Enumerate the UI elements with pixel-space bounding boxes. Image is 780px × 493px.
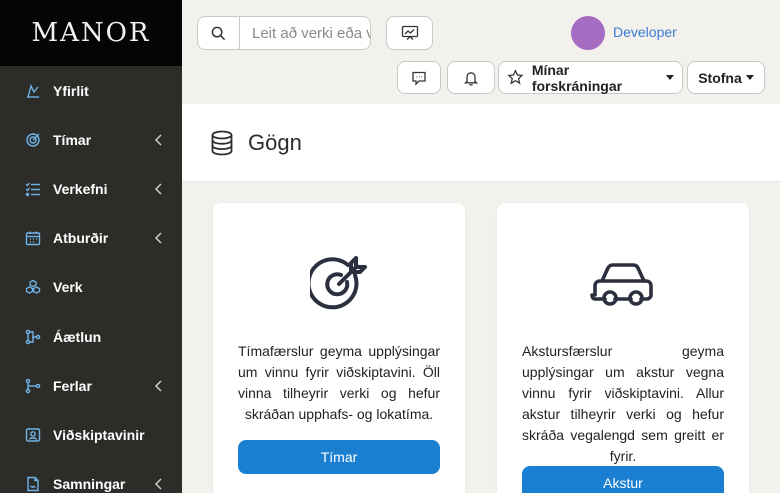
sidebar-item-label: Tímar [53,131,92,148]
sidebar-item-verk[interactable]: Verk [0,263,182,312]
favorites-dropdown[interactable]: Mínar forskráningar [498,61,683,94]
search-box [197,16,371,50]
sidebar-item-ferlar[interactable]: Ferlar [0,361,182,410]
sidebar-item-aaetlun[interactable]: Áætlun [0,312,182,361]
create-label: Stofna [698,69,742,86]
database-icon [211,130,233,155]
cubes-icon [24,278,42,296]
card-timar: Tímafærslur geyma upplýsingar um vinnu f… [213,203,465,493]
sidebar-item-verkefni[interactable]: Verkefni [0,164,182,213]
sidebar-item-label: Yfirlit [53,82,89,99]
target-icon [24,131,42,149]
bell-icon [463,71,479,86]
messages-button[interactable] [397,61,441,94]
contracts-icon [24,475,42,493]
sidebar-item-vidskiptavinir[interactable]: Viðskiptavinir [0,410,182,459]
avatar[interactable] [571,16,605,50]
favorites-label: Mínar forskráningar [531,61,623,94]
calendar-icon [24,229,42,247]
car-icon [590,263,653,306]
caret-down-icon [666,75,674,80]
create-dropdown[interactable]: Stofna [687,61,765,94]
brand-name: MANOR [31,18,151,48]
sidebar-item-timar[interactable]: Tímar [0,115,182,164]
customers-icon [24,426,42,444]
sidebar-item-label: Ferlar [53,377,92,394]
sidebar-item-label: Viðskiptavinir [53,426,145,443]
sidebar-item-label: Verk [53,279,83,296]
search-button[interactable] [198,17,240,49]
plan-icon [24,328,42,346]
sidebar-item-yfirlit[interactable]: Yfirlit [0,66,182,115]
notifications-button[interactable] [447,61,495,94]
sidebar: MANOR Yfirlit Tímar Verkefni Atburðir Ve… [0,0,182,493]
process-icon [24,377,42,395]
sidebar-item-label: Samningar [53,476,126,493]
search-icon [211,26,226,40]
chevron-left-icon [154,232,162,244]
akstur-button[interactable]: Akstur [522,466,724,493]
star-icon [507,69,524,85]
caret-down-icon [745,75,754,80]
user-name[interactable]: Developer [613,24,677,40]
search-input[interactable] [240,17,370,49]
target-icon [310,256,367,310]
card-description: Akstursfærslur geyma upplýsingar um akst… [522,343,724,464]
chat-icon [412,71,426,86]
timar-button[interactable]: Tímar [238,440,440,474]
sidebar-item-label: Atburðir [53,230,109,247]
brand-logo[interactable]: MANOR [0,0,182,66]
topbar: Developer Mínar forskráningar Stofna [182,0,780,104]
presentation-icon [401,25,418,40]
chevron-left-icon [154,380,162,392]
card-description: Tímafærslur geyma upplýsingar um vinnu f… [238,343,440,422]
page-title: Gögn [248,129,302,155]
presentation-button[interactable] [386,16,433,50]
chevron-left-icon [154,134,162,146]
chevron-left-icon [154,478,162,490]
page-header: Gögn [182,104,780,182]
sidebar-item-label: Verkefni [53,180,108,197]
sidebar-item-atburdir[interactable]: Atburðir [0,214,182,263]
sidebar-item-label: Áætlun [53,328,102,345]
card-akstur: Akstursfærslur geyma upplýsingar um akst… [497,203,749,493]
chevron-left-icon [154,183,162,195]
sidebar-item-samningar[interactable]: Samningar [0,460,182,493]
dashboard-icon [24,82,42,100]
tasks-icon [24,180,42,198]
